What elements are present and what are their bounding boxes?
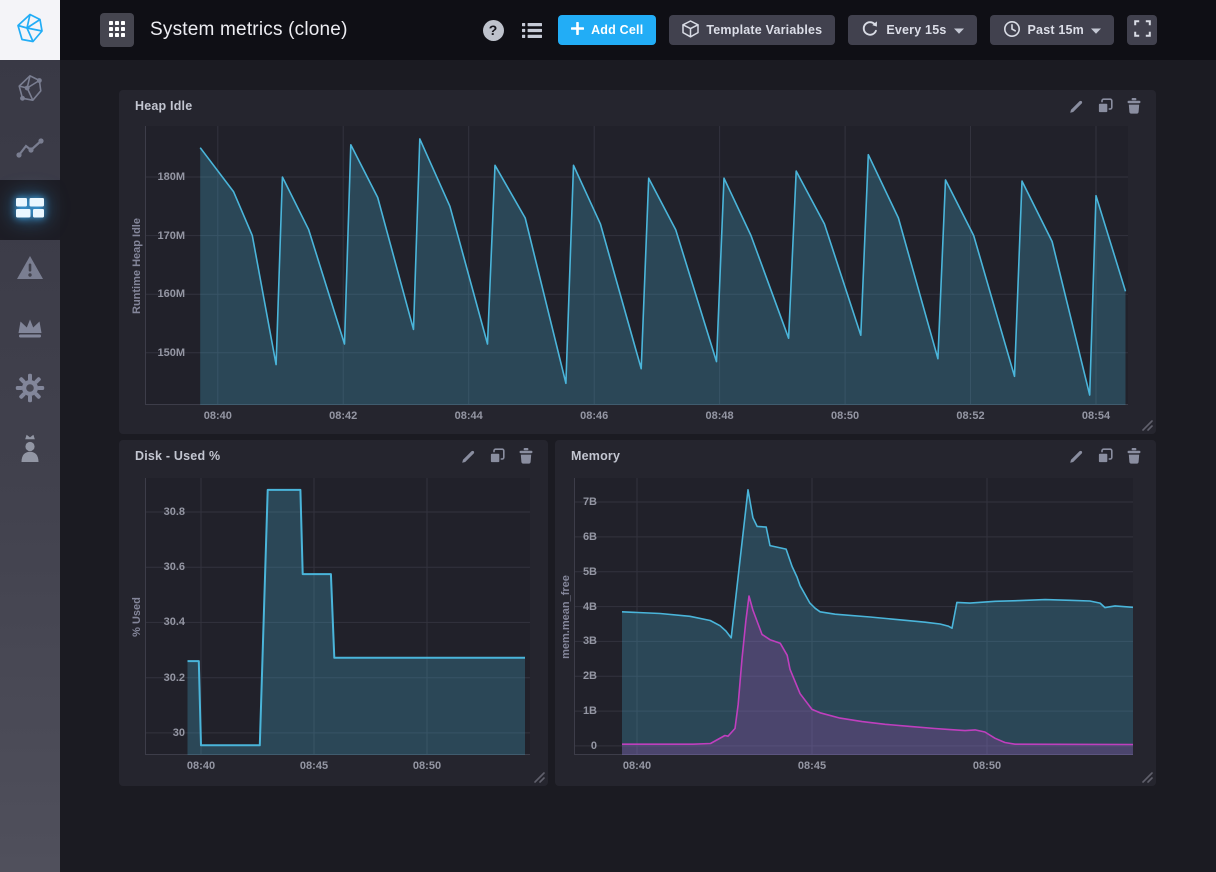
x-tick-label: 08:54 xyxy=(1066,410,1126,422)
x-tick-label: 08:48 xyxy=(690,410,750,422)
cubo-logo-icon xyxy=(14,12,46,49)
dashboard-index-button[interactable] xyxy=(100,13,134,47)
y-tick-label: 160M xyxy=(137,288,185,301)
delete-cell-icon[interactable] xyxy=(1125,97,1143,115)
sidebar-logo[interactable] xyxy=(0,0,60,60)
panel-resize-handle[interactable] xyxy=(1138,416,1154,432)
panel-title: Heap Idle xyxy=(135,99,192,113)
dashboards-icon xyxy=(15,197,45,224)
y-tick-label: 30.6 xyxy=(137,561,185,574)
y-axis-title: mem.mean_free xyxy=(560,575,572,659)
y-tick-label: 6B xyxy=(549,531,597,544)
memory-chart[interactable]: 08:4008:4508:5001B2B3B4B5B6B7Bmem.mean_f… xyxy=(555,440,1156,786)
y-tick-label: 1B xyxy=(549,705,597,718)
y-axis-title: % Used xyxy=(131,597,143,637)
chevron-down-icon xyxy=(954,23,964,37)
y-tick-label: 30 xyxy=(137,727,185,740)
cube-icon xyxy=(682,20,699,41)
y-tick-label: 30.2 xyxy=(137,672,185,685)
fullscreen-button[interactable] xyxy=(1127,15,1157,45)
app: System metrics (clone) ? Add Cell xyxy=(0,0,1216,872)
x-tick-label: 08:40 xyxy=(171,760,231,772)
x-tick-label: 08:46 xyxy=(564,410,624,422)
x-tick-label: 08:40 xyxy=(607,760,667,772)
chevron-down-icon xyxy=(1091,23,1101,37)
panel-title: Memory xyxy=(571,449,620,463)
edit-cell-icon[interactable] xyxy=(1067,447,1085,465)
chart-plot xyxy=(145,478,530,755)
sidebar-item-admin[interactable] xyxy=(0,300,60,360)
y-tick-label: 0 xyxy=(549,740,597,753)
x-tick-label: 08:42 xyxy=(313,410,373,422)
crown-icon xyxy=(16,317,44,343)
user-crown-icon xyxy=(17,433,43,468)
y-tick-label: 4B xyxy=(549,601,597,614)
alert-triangle-icon xyxy=(15,254,45,286)
edit-cell-icon[interactable] xyxy=(459,447,477,465)
disk-used-chart[interactable]: 08:40 08:45 08:50 30 30.2 30.4 30.6 30.8 % Used xyxy=(119,440,548,786)
x-tick-label: 08:45 xyxy=(782,760,842,772)
grid-icon xyxy=(109,21,125,40)
template-variables-button[interactable]: Template Variables xyxy=(669,15,835,45)
sidebar-item-user[interactable] xyxy=(0,420,60,480)
duplicate-cell-icon[interactable] xyxy=(488,447,506,465)
x-tick-label: 08:50 xyxy=(815,410,875,422)
panel-resize-handle[interactable] xyxy=(530,768,546,784)
y-tick-label: 150M xyxy=(137,347,185,360)
data-explorer-icon xyxy=(16,137,44,164)
x-tick-label: 08:44 xyxy=(439,410,499,422)
y-tick-label: 2B xyxy=(549,670,597,683)
x-tick-label: 08:52 xyxy=(941,410,1001,422)
list-icon[interactable] xyxy=(519,18,545,42)
sidebar-item-data-explorer[interactable] xyxy=(0,120,60,180)
y-tick-label: 30.4 xyxy=(137,616,185,629)
sidebar xyxy=(0,0,60,872)
time-range-dropdown[interactable]: Past 15m xyxy=(990,15,1115,45)
x-tick-label: 08:50 xyxy=(397,760,457,772)
page-title: System metrics (clone) xyxy=(150,19,348,41)
autorefresh-dropdown[interactable]: Every 15s xyxy=(848,15,976,45)
chart-plot xyxy=(145,126,1128,405)
chart-plot xyxy=(574,478,1133,755)
panel-resize-handle[interactable] xyxy=(1138,768,1154,784)
sidebar-item-settings[interactable] xyxy=(0,360,60,420)
panel-title: Disk - Used % xyxy=(135,449,220,463)
page-header: System metrics (clone) ? Add Cell xyxy=(60,0,1216,60)
edit-cell-icon[interactable] xyxy=(1067,97,1085,115)
add-cell-button[interactable]: Add Cell xyxy=(558,15,656,45)
heap-idle-chart[interactable]: 08:40 08:42 08:44 08:46 08:48 08:50 08:52 08:54… xyxy=(119,90,1156,434)
clock-icon xyxy=(1003,20,1021,41)
x-tick-label: 08:45 xyxy=(284,760,344,772)
delete-cell-icon[interactable] xyxy=(1125,447,1143,465)
sidebar-item-hosts[interactable] xyxy=(0,60,60,120)
panel-heap-idle: Heap Idle 08:4008: xyxy=(119,90,1156,434)
expand-icon xyxy=(1134,20,1151,40)
refresh-icon xyxy=(861,20,879,41)
y-tick-label: 30.8 xyxy=(137,506,185,519)
y-tick-label: 180M xyxy=(137,171,185,184)
duplicate-cell-icon[interactable] xyxy=(1096,447,1114,465)
delete-cell-icon[interactable] xyxy=(517,447,535,465)
gear-icon xyxy=(15,373,45,408)
sidebar-item-dashboards[interactable] xyxy=(0,180,60,240)
duplicate-cell-icon[interactable] xyxy=(1096,97,1114,115)
panel-disk-used: Disk - Used % 08:4 xyxy=(119,440,548,786)
y-tick-label: 5B xyxy=(549,566,597,579)
help-icon[interactable]: ? xyxy=(480,18,506,42)
y-tick-label: 7B xyxy=(549,496,597,509)
plus-icon xyxy=(571,22,584,38)
panel-memory: Memory 08:4008:450 xyxy=(555,440,1156,786)
y-tick-label: 170M xyxy=(137,230,185,243)
y-tick-label: 3B xyxy=(549,635,597,648)
x-tick-label: 08:50 xyxy=(957,760,1017,772)
y-axis-title: Runtime Heap Idle xyxy=(131,218,143,314)
sidebar-item-alerts[interactable] xyxy=(0,240,60,300)
hosts-icon xyxy=(15,73,45,108)
x-tick-label: 08:40 xyxy=(188,410,248,422)
